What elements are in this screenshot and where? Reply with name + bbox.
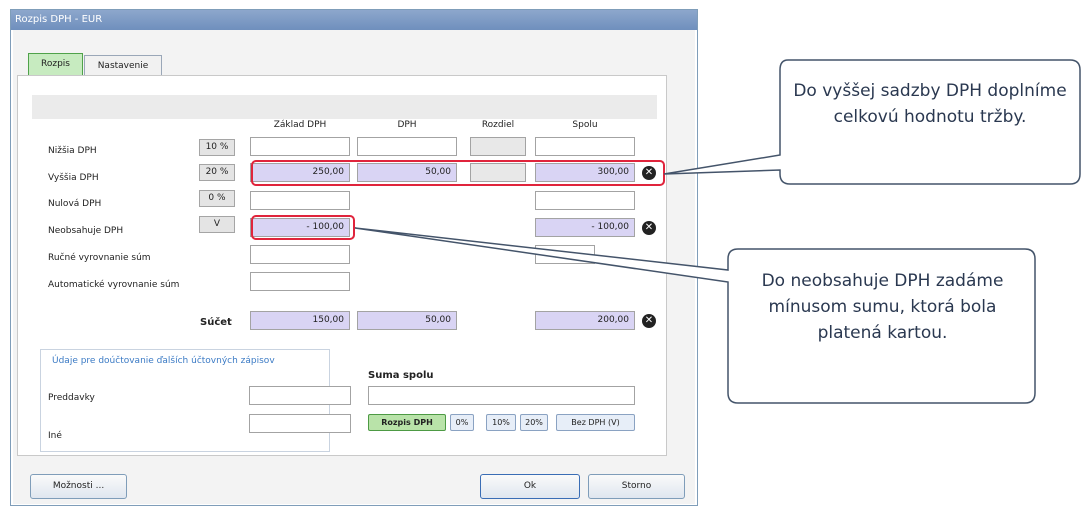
- callout-shapes: [354, 59, 1081, 404]
- callout-bottom-text: Do neobsahuje DPH zadáme mínusom sumu, k…: [761, 271, 1004, 343]
- callout-top-text: Do vyššej sadzby DPH doplníme celkovú ho…: [793, 81, 1067, 127]
